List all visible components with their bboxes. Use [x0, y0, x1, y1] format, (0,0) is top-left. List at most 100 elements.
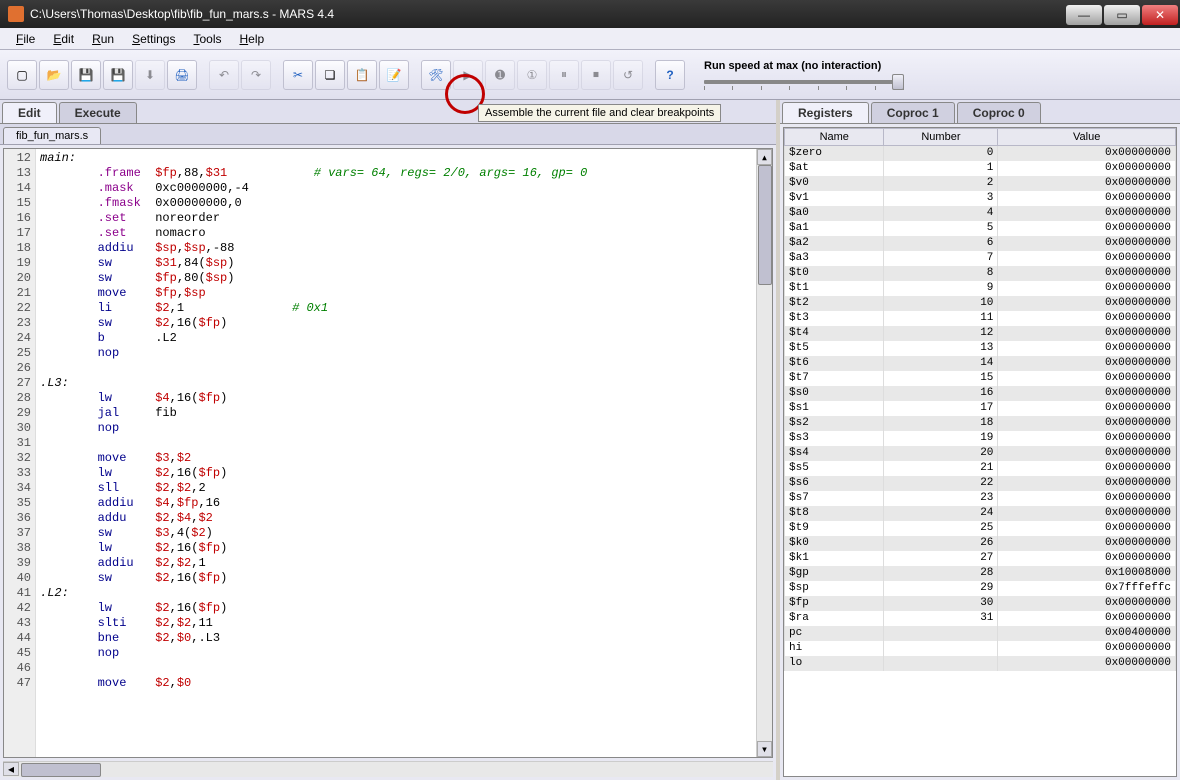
step-back-button[interactable]: ①: [517, 60, 547, 90]
vertical-scrollbar[interactable]: ▴ ▾: [756, 149, 772, 757]
tab-edit[interactable]: Edit: [2, 102, 57, 123]
register-row[interactable]: hi0x00000000: [785, 641, 1176, 656]
find-button[interactable]: 📝: [379, 60, 409, 90]
save-as-button[interactable]: 💾: [103, 60, 133, 90]
register-row[interactable]: $v130x00000000: [785, 191, 1176, 206]
menu-file[interactable]: File: [8, 30, 43, 48]
register-row[interactable]: $s6220x00000000: [785, 476, 1176, 491]
menu-tools[interactable]: Tools: [185, 30, 229, 48]
register-row[interactable]: $s1170x00000000: [785, 401, 1176, 416]
register-row[interactable]: $t4120x00000000: [785, 326, 1176, 341]
code-area[interactable]: main: .frame $fp,88,$31 # vars= 64, regs…: [36, 149, 756, 757]
step-icon: ➊: [495, 68, 505, 82]
reset-icon: ↺: [623, 68, 633, 82]
close-button[interactable]: ✕: [1142, 5, 1178, 25]
reg-header[interactable]: Number: [884, 129, 998, 146]
redo-button[interactable]: ↷: [241, 60, 271, 90]
register-row[interactable]: $t080x00000000: [785, 266, 1176, 281]
register-row[interactable]: $a150x00000000: [785, 221, 1176, 236]
window-title: C:\Users\Thomas\Desktop\fib\fib_fun_mars…: [30, 7, 1066, 21]
undo-button[interactable]: ↶: [209, 60, 239, 90]
open-button[interactable]: 📂: [39, 60, 69, 90]
assemble-button[interactable]: 🛠: [421, 60, 451, 90]
dump-button[interactable]: ⬇: [135, 60, 165, 90]
run-icon: ▶: [463, 68, 472, 82]
register-row[interactable]: $k0260x00000000: [785, 536, 1176, 551]
copy-button[interactable]: ❏: [315, 60, 345, 90]
print-button[interactable]: 🖨: [167, 60, 197, 90]
redo-icon: ↷: [251, 68, 261, 82]
undo-icon: ↶: [219, 68, 229, 82]
step-button[interactable]: ➊: [485, 60, 515, 90]
register-row[interactable]: $zero00x00000000: [785, 146, 1176, 161]
minimize-button[interactable]: —: [1066, 5, 1102, 25]
save-button[interactable]: 💾: [71, 60, 101, 90]
menu-edit[interactable]: Edit: [45, 30, 82, 48]
scroll-down-arrow[interactable]: ▾: [757, 741, 772, 757]
hscroll-thumb[interactable]: [21, 763, 101, 777]
paste-button[interactable]: 📋: [347, 60, 377, 90]
register-row[interactable]: $k1270x00000000: [785, 551, 1176, 566]
register-row[interactable]: $t3110x00000000: [785, 311, 1176, 326]
menubar: FileEditRunSettingsToolsHelp: [0, 28, 1180, 50]
register-table: NameNumberValue$zero00x00000000$at10x000…: [783, 127, 1177, 777]
register-row[interactable]: $fp300x00000000: [785, 596, 1176, 611]
run-button[interactable]: ▶: [453, 60, 483, 90]
register-row[interactable]: $t5130x00000000: [785, 341, 1176, 356]
new-button[interactable]: ▢: [7, 60, 37, 90]
tab-coproc-1[interactable]: Coproc 1: [871, 102, 955, 123]
register-row[interactable]: $t2100x00000000: [785, 296, 1176, 311]
register-row[interactable]: $v020x00000000: [785, 176, 1176, 191]
register-row[interactable]: $sp290x7fffeffc: [785, 581, 1176, 596]
tab-coproc-0[interactable]: Coproc 0: [957, 102, 1041, 123]
find-icon: 📝: [387, 68, 402, 82]
register-row[interactable]: $t8240x00000000: [785, 506, 1176, 521]
register-row[interactable]: $t9250x00000000: [785, 521, 1176, 536]
speed-slider[interactable]: [704, 80, 904, 84]
help-button[interactable]: ?: [655, 60, 685, 90]
register-row[interactable]: $ra310x00000000: [785, 611, 1176, 626]
tab-execute[interactable]: Execute: [59, 102, 137, 123]
register-row[interactable]: $t7150x00000000: [785, 371, 1176, 386]
menu-settings[interactable]: Settings: [124, 30, 183, 48]
stop-icon: ⏹: [593, 67, 599, 82]
file-tab[interactable]: fib_fun_mars.s: [3, 127, 101, 144]
register-row[interactable]: $s0160x00000000: [785, 386, 1176, 401]
register-row[interactable]: $a370x00000000: [785, 251, 1176, 266]
register-row[interactable]: $t6140x00000000: [785, 356, 1176, 371]
reg-header[interactable]: Name: [785, 129, 884, 146]
register-row[interactable]: $s4200x00000000: [785, 446, 1176, 461]
register-row[interactable]: pc0x00400000: [785, 626, 1176, 641]
scroll-up-arrow[interactable]: ▴: [757, 149, 772, 165]
scroll-left-arrow[interactable]: ◂: [3, 762, 19, 776]
register-row[interactable]: $a040x00000000: [785, 206, 1176, 221]
register-row[interactable]: $s5210x00000000: [785, 461, 1176, 476]
register-row[interactable]: $at10x00000000: [785, 161, 1176, 176]
dump-icon: ⬇: [145, 68, 155, 82]
register-row[interactable]: $t190x00000000: [785, 281, 1176, 296]
save-icon: 💾: [79, 68, 94, 82]
register-row[interactable]: lo0x00000000: [785, 656, 1176, 671]
register-row[interactable]: $gp280x10008000: [785, 566, 1176, 581]
horizontal-scrollbar[interactable]: ◂: [3, 761, 773, 777]
scroll-thumb[interactable]: [758, 165, 772, 285]
slider-thumb[interactable]: [892, 74, 904, 90]
maximize-button[interactable]: ▭: [1104, 5, 1140, 25]
titlebar: C:\Users\Thomas\Desktop\fib\fib_fun_mars…: [0, 0, 1180, 28]
stop-button[interactable]: ⏹: [581, 60, 611, 90]
tab-registers[interactable]: Registers: [782, 102, 869, 123]
register-row[interactable]: $s7230x00000000: [785, 491, 1176, 506]
register-row[interactable]: $s2180x00000000: [785, 416, 1176, 431]
cut-button[interactable]: ✂: [283, 60, 313, 90]
line-gutter: 12 13 14 15 16 17 18 19 20 21 22 23 24 2…: [4, 149, 36, 757]
menu-help[interactable]: Help: [231, 30, 272, 48]
register-row[interactable]: $s3190x00000000: [785, 431, 1176, 446]
code-editor[interactable]: 12 13 14 15 16 17 18 19 20 21 22 23 24 2…: [3, 148, 773, 758]
menu-run[interactable]: Run: [84, 30, 122, 48]
cut-icon: ✂: [293, 68, 303, 82]
register-row[interactable]: $a260x00000000: [785, 236, 1176, 251]
pause-button[interactable]: ⏸: [549, 60, 579, 90]
speed-slider-label: Run speed at max (no interaction): [704, 60, 904, 72]
reg-header[interactable]: Value: [998, 129, 1176, 146]
reset-button[interactable]: ↺: [613, 60, 643, 90]
